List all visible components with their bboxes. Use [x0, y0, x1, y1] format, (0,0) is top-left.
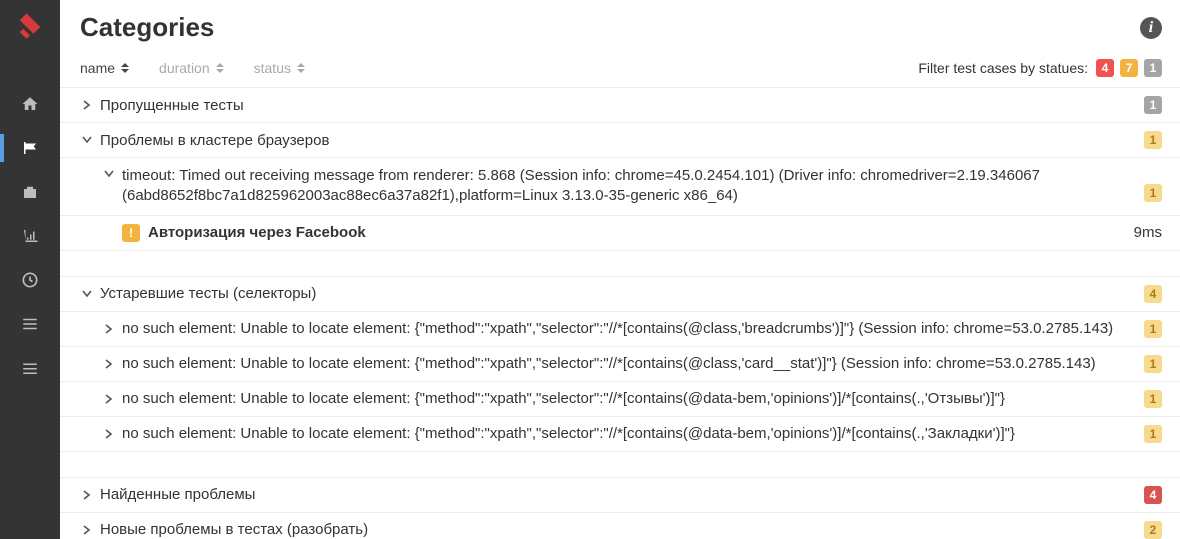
message-label: no such element: Unable to locate elemen…	[122, 425, 1136, 442]
sort-by-duration[interactable]: duration	[159, 60, 224, 76]
chevron-right-icon	[102, 359, 116, 369]
category-row[interactable]: Новые проблемы в тестах (разобрать) 2	[60, 513, 1180, 539]
test-label: Авторизация через Facebook	[148, 224, 1126, 241]
test-duration: 9ms	[1134, 224, 1162, 241]
nav-behaviors[interactable]	[0, 302, 60, 346]
message-label: timeout: Timed out receiving message fro…	[122, 166, 1136, 207]
message-label: no such element: Unable to locate elemen…	[122, 320, 1136, 337]
sort-icon	[297, 63, 305, 73]
sort-status-label: status	[254, 60, 291, 76]
sort-filter-bar: name duration status Filter test cases b…	[60, 55, 1180, 88]
message-row[interactable]: no such element: Unable to locate elemen…	[60, 382, 1180, 417]
sort-duration-label: duration	[159, 60, 210, 76]
nav-suites[interactable]	[0, 170, 60, 214]
nav-timeline[interactable]	[0, 258, 60, 302]
category-label: Новые проблемы в тестах (разобрать)	[100, 521, 1136, 538]
chevron-right-icon	[102, 429, 116, 439]
sort-icon	[121, 63, 129, 73]
category-row[interactable]: Устаревшие тесты (селекторы) 4	[60, 277, 1180, 312]
filter-failed-badge[interactable]: 4	[1096, 59, 1114, 77]
sort-name-label: name	[80, 60, 115, 76]
message-row[interactable]: no such element: Unable to locate elemen…	[60, 347, 1180, 382]
chevron-down-icon	[80, 290, 94, 298]
count-badge: 1	[1144, 184, 1162, 202]
sort-by-status[interactable]: status	[254, 60, 305, 76]
sort-by-name[interactable]: name	[80, 60, 129, 76]
count-badge: 1	[1144, 131, 1162, 149]
nav-overview[interactable]	[0, 82, 60, 126]
count-badge: 1	[1144, 355, 1162, 373]
category-row[interactable]: Найденные проблемы 4	[60, 478, 1180, 513]
test-row[interactable]: ! Авторизация через Facebook 9ms	[60, 216, 1180, 251]
header: Categories i	[60, 0, 1180, 55]
count-badge: 1	[1144, 390, 1162, 408]
count-badge: 4	[1144, 285, 1162, 303]
sort-icon	[216, 63, 224, 73]
chevron-right-icon	[102, 324, 116, 334]
message-row[interactable]: no such element: Unable to locate elemen…	[60, 312, 1180, 347]
chevron-right-icon	[80, 525, 94, 535]
main-panel: Categories i name duration status Filter…	[60, 0, 1180, 539]
page-title: Categories	[80, 12, 214, 43]
chevron-right-icon	[80, 100, 94, 110]
count-badge: 1	[1144, 425, 1162, 443]
spacer	[60, 452, 1180, 478]
message-label: no such element: Unable to locate elemen…	[122, 390, 1136, 407]
message-row[interactable]: timeout: Timed out receiving message fro…	[60, 158, 1180, 216]
nav-packages[interactable]	[0, 346, 60, 390]
filter-label: Filter test cases by statues:	[918, 60, 1088, 76]
chevron-down-icon	[102, 170, 116, 178]
count-badge: 4	[1144, 486, 1162, 504]
message-label: no such element: Unable to locate elemen…	[122, 355, 1136, 372]
category-row[interactable]: Пропущенные тесты 1	[60, 88, 1180, 123]
filter-skipped-badge[interactable]: 1	[1144, 59, 1162, 77]
filter-broken-badge[interactable]: 7	[1120, 59, 1138, 77]
count-badge: 2	[1144, 521, 1162, 539]
category-label: Пропущенные тесты	[100, 97, 1136, 114]
category-row[interactable]: Проблемы в кластере браузеров 1	[60, 123, 1180, 158]
category-tree: Пропущенные тесты 1 Проблемы в кластере …	[60, 88, 1180, 539]
count-badge: 1	[1144, 320, 1162, 338]
count-badge: 1	[1144, 96, 1162, 114]
info-icon[interactable]: i	[1140, 17, 1162, 39]
chevron-right-icon	[80, 490, 94, 500]
nav-graphs[interactable]	[0, 214, 60, 258]
category-label: Найденные проблемы	[100, 486, 1136, 503]
sidebar	[0, 0, 60, 539]
category-label: Устаревшие тесты (селекторы)	[100, 285, 1136, 302]
chevron-down-icon	[80, 136, 94, 144]
spacer	[60, 251, 1180, 277]
chevron-right-icon	[102, 394, 116, 404]
category-label: Проблемы в кластере браузеров	[100, 132, 1136, 149]
message-row[interactable]: no such element: Unable to locate elemen…	[60, 417, 1180, 452]
status-broken-icon: !	[122, 224, 140, 242]
app-logo	[13, 10, 47, 44]
nav-categories[interactable]	[0, 126, 60, 170]
